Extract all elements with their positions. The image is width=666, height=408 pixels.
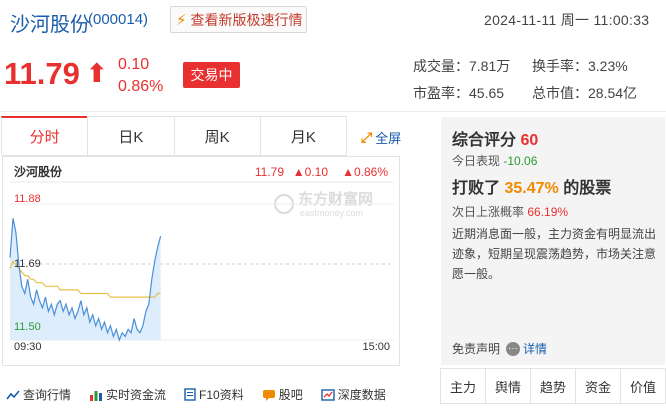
tab-daily-k[interactable]: 日K	[87, 116, 175, 155]
volume-label: 成交量：	[413, 58, 469, 74]
y-tick-high: 11.88	[14, 193, 41, 205]
detail-label: 详情	[523, 342, 548, 356]
panel-title-label: 综合评分	[452, 132, 517, 149]
fullscreen-icon: ⤢	[361, 129, 373, 145]
document-icon	[184, 388, 196, 401]
mcap-value: 28.54亿	[588, 85, 638, 101]
quote-button[interactable]: ⚡ 查看新版极速行情	[170, 6, 307, 33]
today-value: -10.06	[503, 154, 538, 168]
nextday-probability: 次日上涨概率 66.19%	[452, 203, 568, 220]
link-query-quote[interactable]: 查询行情	[6, 386, 71, 403]
mcap-stat: 总市值：28.54亿	[532, 83, 637, 103]
datetime: 2024-11-11 周一 11:00:33	[484, 12, 650, 28]
x-tick-end: 15:00	[362, 341, 390, 353]
bar-chart-icon	[90, 390, 103, 401]
x-tick-start: 09:30	[14, 341, 42, 353]
arrow-up-icon: ⬆	[86, 58, 108, 88]
current-price: 11.79	[4, 56, 80, 91]
chart-change: ▲0.10	[293, 165, 329, 179]
turnover-label: 换手率：	[532, 58, 588, 74]
beat-prefix: 打败了	[452, 180, 501, 197]
volume-stat: 成交量：7.81万	[413, 56, 510, 76]
link-realtime-fund-flow[interactable]: 实时资金流	[89, 386, 166, 403]
stock-name: 沙河股份	[10, 14, 90, 36]
nextday-value: 66.19%	[527, 205, 569, 219]
fullscreen-button[interactable]: ⤢ 全屏	[361, 128, 401, 147]
fullscreen-label: 全屏	[375, 131, 402, 146]
link-label: F10资料	[199, 388, 244, 402]
beat-pct: 35.47%	[504, 180, 559, 197]
y-tick-mid: 11.69	[14, 258, 41, 270]
chart-price: 11.79	[255, 165, 284, 179]
pe-value: 45.65	[469, 85, 505, 101]
tab-funds[interactable]: 资金	[575, 368, 621, 404]
today-label: 今日表现	[452, 154, 501, 168]
link-deep-data[interactable]: 深度数据	[321, 386, 386, 403]
beat-suffix: 的股票	[563, 180, 612, 197]
stock-code: (000014)	[88, 11, 149, 28]
link-label: 股吧	[278, 388, 303, 402]
tab-value[interactable]: 价值	[620, 368, 666, 404]
panel-score: 60	[520, 132, 539, 149]
detail-link[interactable]: ··· 详情	[506, 340, 547, 357]
divider	[0, 111, 666, 112]
link-forum[interactable]: 股吧	[262, 386, 303, 403]
tab-weekly-k[interactable]: 周K	[173, 116, 261, 155]
mcap-label: 总市值：	[532, 85, 588, 101]
chart-stock-name: 沙河股份	[14, 164, 63, 179]
intraday-chart: 沙河股份 11.79 ▲0.10 ▲0.86% 东方财富网 eastmoney.…	[9, 164, 394, 353]
chart-line-icon	[6, 389, 20, 399]
pe-stat: 市盈率：45.65	[413, 83, 504, 103]
watermark-en: eastmoney.com	[300, 208, 363, 218]
analysis-tabs: 主力 舆情 趋势 资金 价值	[440, 368, 666, 404]
chart-tabs: 分时 日K 周K 月K	[1, 116, 347, 156]
disclaimer-row: 免责声明 ··· 详情	[452, 340, 547, 357]
quote-button-label: 查看新版极速行情	[190, 11, 303, 28]
y-tick-low: 11.50	[14, 321, 41, 333]
disclaimer-link[interactable]: 免责声明	[452, 340, 500, 357]
analysis-description: 近期消息面一般，主力资金有明显流出迹象，短期呈现震荡趋势，市场关注意愿一般。	[452, 227, 657, 281]
tab-intraday[interactable]: 分时	[1, 116, 89, 155]
tab-sentiment[interactable]: 舆情	[485, 368, 531, 404]
link-f10[interactable]: F10资料	[184, 386, 244, 403]
link-label: 实时资金流	[106, 388, 167, 402]
ellipsis-icon: ···	[506, 341, 521, 356]
trading-status-badge: 交易中	[183, 62, 240, 88]
link-label: 深度数据	[337, 388, 386, 402]
turnover-stat: 换手率：3.23%	[532, 56, 628, 76]
link-label: 查询行情	[23, 388, 72, 402]
turnover-value: 3.23%	[588, 58, 628, 74]
watermark-cn: 东方财富网	[298, 190, 373, 208]
today-performance: 今日表现 -10.06	[452, 152, 537, 169]
nextday-label: 次日上涨概率	[452, 205, 525, 219]
lightning-icon: ⚡	[176, 11, 187, 29]
tab-trend[interactable]: 趋势	[530, 368, 576, 404]
bottom-links: 查询行情 实时资金流 F10资料 股吧 深度数据	[6, 386, 404, 403]
price-change: 0.10	[118, 56, 150, 73]
data-icon	[321, 388, 335, 401]
forum-icon	[262, 389, 275, 401]
volume-value: 7.81万	[469, 58, 511, 74]
tab-main-force[interactable]: 主力	[440, 368, 486, 404]
pe-label: 市盈率：	[413, 85, 469, 101]
price-change-pct: 0.86%	[118, 78, 164, 95]
tab-monthly-k[interactable]: 月K	[259, 116, 347, 155]
panel-title: 综合评分 60	[452, 126, 538, 150]
chart-change-pct: ▲0.86%	[342, 165, 388, 179]
beat-summary: 打败了 35.47% 的股票	[452, 174, 611, 198]
